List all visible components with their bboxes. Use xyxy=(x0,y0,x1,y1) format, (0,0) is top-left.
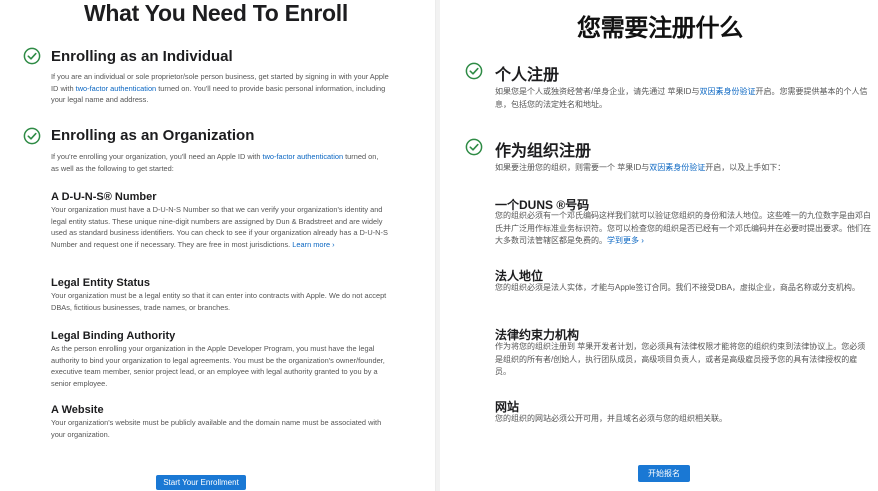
organization-text: 如果要注册您的组织，则需要一个 苹果ID与双因素身份验证开启，以及上手如下： xyxy=(495,163,786,172)
checkmark-circle-icon xyxy=(23,47,41,65)
duns-heading: A D-U-N-S® Number xyxy=(51,191,157,203)
legal-entity-heading: Legal Entity Status xyxy=(51,277,151,289)
legal-binding-text: 作为将您的组织注册到 苹果开发者计划，您必须具有法律权限才能将您的组织约束到法律… xyxy=(495,342,866,376)
individual-text: 如果您是个人或独资经营者/单身企业，请先通过 苹果ID与双因素身份验证开启。您需… xyxy=(495,87,868,109)
organization-heading: Enrolling as an Organization xyxy=(51,127,255,144)
start-enrollment-button[interactable]: 开始报名 xyxy=(638,465,690,482)
individual-heading: 个人注册 xyxy=(495,67,560,84)
two-factor-link[interactable]: 双因素身份验证 xyxy=(699,87,755,96)
individual-heading: Enrolling as an Individual xyxy=(51,48,233,65)
website-text: 您的组织的网站必须公开可用，并且域名必须与您的组织相关联。 xyxy=(495,414,727,423)
organization-text: If you're enrolling your organization, y… xyxy=(51,152,379,173)
learn-more-link[interactable]: Learn more › xyxy=(292,240,334,249)
organization-heading: 作为组织注册 xyxy=(495,143,592,160)
two-factor-link[interactable]: two-factor authentication xyxy=(263,152,344,161)
chinese-panel: 您需要注册什么 个人注册 如果您是个人或独资经营者/单身企业，请先通过 苹果ID… xyxy=(440,0,878,491)
duns-text: 您的组织必须有一个邓氏编码这样我们就可以验证您组织的身份和法人地位。这些唯一的九… xyxy=(495,211,871,245)
checkmark-circle-icon xyxy=(23,127,41,145)
two-factor-link[interactable]: two-factor authentication xyxy=(76,84,157,93)
individual-text: If you are an individual or sole proprie… xyxy=(51,72,389,104)
legal-binding-heading: Legal Binding Authority xyxy=(51,330,176,342)
website-text: Your organization's website must be publ… xyxy=(51,418,382,439)
legal-entity-text: 您的组织必须是法人实体，才能与Apple签订合同。我们不接受DBA，虚拟企业，商… xyxy=(495,283,860,292)
page-title: 您需要注册什么 xyxy=(577,15,743,42)
page-title: What You Need To Enroll xyxy=(84,0,348,26)
legal-entity-text: Your organization must be a legal entity… xyxy=(51,291,387,312)
checkmark-circle-icon xyxy=(465,138,483,156)
english-panel: What You Need To Enroll Enrolling as an … xyxy=(0,0,436,491)
learn-more-link[interactable]: 学到更多 › xyxy=(607,236,644,245)
duns-text: Your organization must have a D-U-N-S Nu… xyxy=(51,205,388,249)
checkmark-circle-icon xyxy=(465,62,483,80)
website-heading: A Website xyxy=(51,404,104,416)
two-factor-link[interactable]: 双因素身份验证 xyxy=(649,163,705,172)
start-enrollment-button[interactable]: Start Your Enrollment xyxy=(156,475,246,490)
legal-binding-text: As the person enrolling your organizatio… xyxy=(51,344,385,388)
